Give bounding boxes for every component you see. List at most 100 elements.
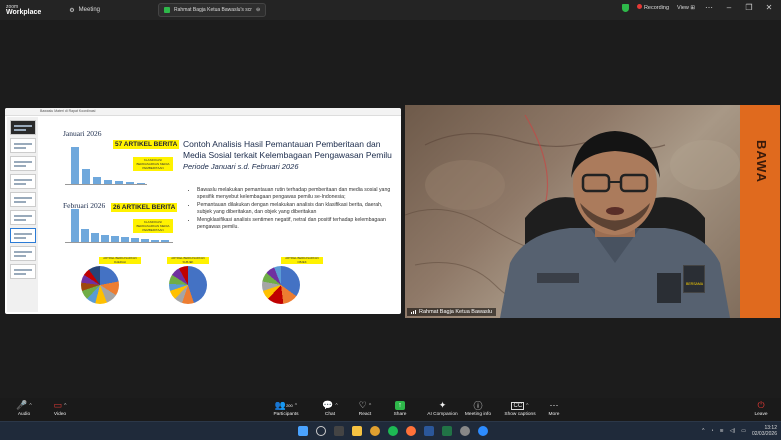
tray-chevron-icon[interactable]: ^ <box>702 428 704 434</box>
file-explorer-icon[interactable] <box>352 426 362 436</box>
more-icon: ⋯ <box>549 400 559 410</box>
x-axis <box>65 184 147 185</box>
meeting-toolbar: 🎤 ^ Audio ▭ ^ Video 👥 200 ^ Participants 💬 ^ … <box>0 398 781 421</box>
x-axis <box>65 242 173 243</box>
security-shield-icon[interactable] <box>621 3 629 12</box>
slide-thumbnail-selected[interactable] <box>9 228 36 243</box>
chevron-up-icon[interactable]: ^ <box>526 403 528 409</box>
share-label: Share <box>393 412 407 417</box>
bar <box>71 147 79 185</box>
chevron-up-icon[interactable]: ^ <box>295 403 297 409</box>
more-label: More <box>548 412 560 417</box>
restore-icon[interactable]: ❐ <box>743 3 755 12</box>
participants-label: Participants <box>273 412 299 417</box>
overflow-icon[interactable]: ⋯ <box>703 3 715 12</box>
slide-thumbnail[interactable] <box>9 174 36 189</box>
zoom-view-icon[interactable]: ⊖ <box>256 7 260 13</box>
meeting-info-button[interactable]: ⓘ Meeting info <box>458 400 498 417</box>
share-screen-icon: ↑ <box>395 401 405 410</box>
share-button[interactable]: ↑ Share <box>380 400 420 417</box>
volume-icon[interactable]: ◁) <box>730 428 736 434</box>
view-button[interactable]: View ⊞ <box>677 5 695 11</box>
zoom-app-icon[interactable] <box>478 426 488 436</box>
system-tray: ^ ◔ ≋ ◁) ▭ 13:12 02/03/2026 <box>702 425 777 437</box>
chat-icon: 💬 <box>322 400 334 410</box>
record-dot-icon <box>636 4 642 9</box>
chevron-up-icon[interactable]: ^ <box>369 403 371 409</box>
search-icon[interactable] <box>316 426 326 436</box>
participant-count: 200 <box>286 403 293 408</box>
pie-chart-object <box>262 266 300 304</box>
wifi-icon[interactable]: ≋ <box>720 428 724 434</box>
leave-button[interactable]: ⏻ Leave <box>745 400 777 417</box>
pie-chart-subject <box>169 266 207 304</box>
presentation-toolbar: Bawaslu Materi di Rapat Koordinasi <box>5 108 401 116</box>
clock[interactable]: 13:12 02/03/2026 <box>752 425 777 437</box>
audio-button[interactable]: 🎤 ^ Audio <box>4 400 44 417</box>
bar <box>71 209 79 243</box>
slide-thumbnail[interactable] <box>9 210 36 225</box>
slide-thumbnail[interactable] <box>9 120 36 135</box>
captions-icon: CC <box>511 401 525 410</box>
react-button[interactable]: ♡ ^ React <box>345 400 385 417</box>
chevron-up-icon[interactable]: ^ <box>335 403 337 409</box>
speaker-video[interactable]: BAWA BERSAMA Rahmat Bagja Ketua Bawaslu <box>405 105 780 318</box>
spotify-icon[interactable] <box>388 426 398 436</box>
chat-button[interactable]: 💬 ^ Chat <box>310 400 350 417</box>
slide-thumbnail[interactable] <box>9 264 36 279</box>
excel-icon[interactable] <box>442 426 452 436</box>
firefox-icon[interactable] <box>406 426 416 436</box>
battery-icon[interactable]: ▭ <box>741 428 746 434</box>
slide-thumbnail[interactable] <box>9 138 36 153</box>
minimize-icon[interactable]: – <box>723 3 735 12</box>
word-icon[interactable] <box>424 426 434 436</box>
speaker-person <box>500 131 730 318</box>
video-button[interactable]: ▭ ^ Video <box>40 400 80 417</box>
bullet-item: Pemantauan dilakukan dengan melakukan an… <box>197 202 396 216</box>
video-label: Video <box>53 412 67 417</box>
slide-thumbnail[interactable] <box>9 156 36 171</box>
slide-thumbnail-strip <box>7 117 38 312</box>
slide-thumbnail[interactable] <box>9 246 36 261</box>
meeting-info-label: Meeting info <box>464 412 492 417</box>
meeting-menu-label: Meeting <box>78 7 101 13</box>
pie-chart-region <box>81 266 119 304</box>
info-icon: ⓘ <box>473 401 483 411</box>
january-label: Januari 2026 <box>63 129 102 138</box>
clock-date: 02/03/2026 <box>751 431 777 437</box>
bar <box>81 229 89 243</box>
windows-taskbar: ^ ◔ ≋ ◁) ▭ 13:12 02/03/2026 <box>0 421 781 440</box>
title-bar: zoom Workplace ⚙ Meeting Rahmat Bagja Ke… <box>0 0 781 20</box>
network-icon[interactable]: ◔ <box>710 428 713 434</box>
slide-thumbnail[interactable] <box>9 192 36 207</box>
leave-label: Leave <box>754 412 768 417</box>
pie-tag-object: ARTIKEL BERDASARKAN OBJEK <box>281 256 323 264</box>
heart-icon: ♡ <box>358 400 367 410</box>
slide-subtitle: Periode Januari s.d. Februari 2026 <box>183 162 299 171</box>
close-icon[interactable]: ✕ <box>763 3 775 12</box>
zoom-logo: zoom Workplace <box>6 4 41 16</box>
task-view-icon[interactable] <box>334 426 344 436</box>
logo-line-2: Workplace <box>6 9 42 16</box>
meeting-menu-button[interactable]: ⚙ Meeting <box>69 7 100 14</box>
chevron-up-icon[interactable]: ^ <box>29 403 31 409</box>
recording-label: Recording <box>643 5 670 11</box>
screen-share-tab[interactable]: Rahmat Bagja Ketua Bawaslu's scr ⊖ <box>158 3 267 17</box>
settings-icon[interactable] <box>460 426 470 436</box>
gear-icon: ⚙ <box>69 7 75 14</box>
bullet-item: Bawaslu melakukan pemantauan rutin terha… <box>197 187 396 201</box>
grid-icon: ⊞ <box>690 4 695 11</box>
pie-tag-region: ARTIKEL BERDASARKAN DAERAH <box>99 256 141 264</box>
chat-label: Chat <box>324 412 336 417</box>
more-button[interactable]: ⋯ More <box>534 400 574 417</box>
bullet-item: Mengklasifikasi analisis sentimen negati… <box>197 217 396 231</box>
shared-screen: Bawaslu Materi di Rapat Koordinasi Janua… <box>5 108 401 314</box>
bar <box>82 169 90 185</box>
signal-icon <box>411 310 416 314</box>
recording-indicator[interactable]: Recording <box>636 4 670 11</box>
view-label: View <box>677 4 689 11</box>
start-icon[interactable] <box>298 426 308 436</box>
participants-button[interactable]: 👥 200 ^ Participants <box>266 400 306 417</box>
chevron-up-icon[interactable]: ^ <box>64 403 66 409</box>
chrome-icon[interactable] <box>370 426 380 436</box>
